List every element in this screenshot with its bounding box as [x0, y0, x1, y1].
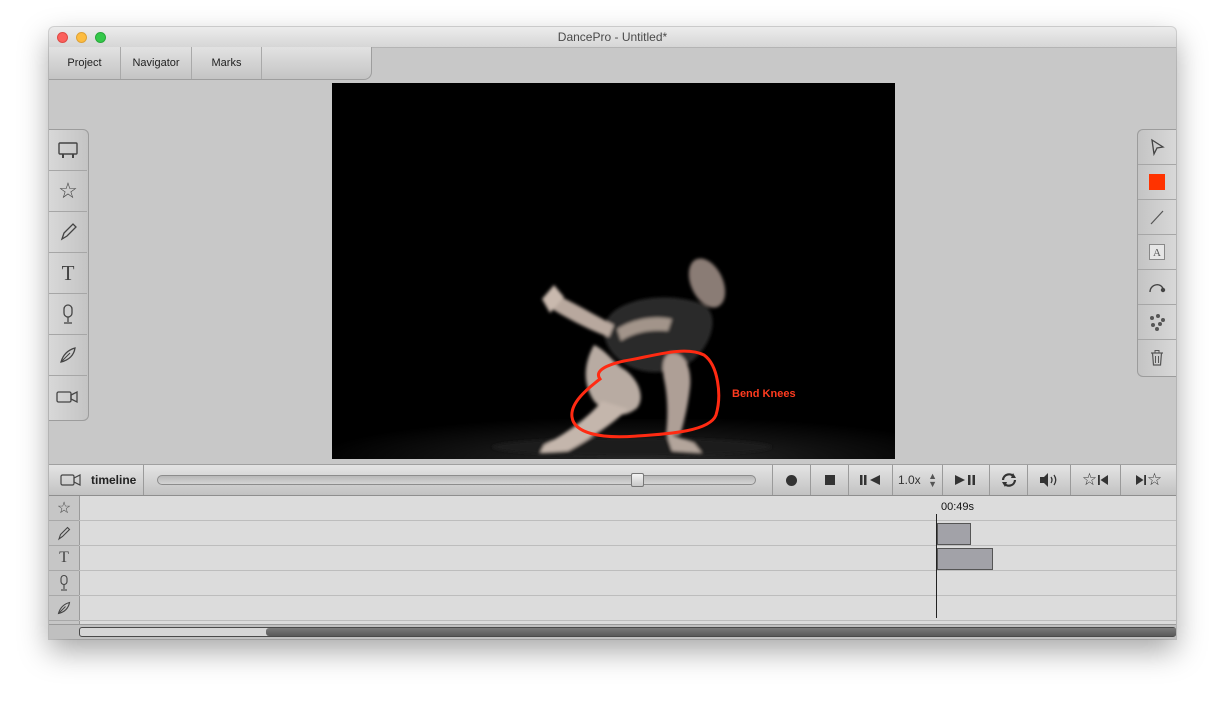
title-bar: DancePro - Untitled* — [49, 27, 1176, 48]
color-swatch — [1149, 174, 1165, 190]
text-box-icon: A — [1149, 244, 1165, 260]
pen-tool[interactable] — [49, 335, 87, 376]
line-tool[interactable] — [1138, 200, 1176, 235]
camera-tool[interactable] — [49, 376, 87, 417]
annotation-label[interactable]: Bend Knees — [732, 388, 796, 400]
delete-tool[interactable] — [1138, 340, 1176, 375]
track-marks-toggle[interactable]: ☆ — [49, 496, 79, 521]
speed-select[interactable]: 1.0x ▲ ▼ — [892, 465, 942, 495]
tab-marks[interactable]: Marks — [192, 47, 262, 79]
track-audio-toggle[interactable] — [49, 571, 79, 596]
line-icon — [1150, 210, 1164, 225]
track-text-toggle[interactable]: T — [49, 546, 79, 571]
track-row-text[interactable]: T — [49, 546, 1176, 571]
step-back-button[interactable] — [848, 465, 892, 495]
drawing-clip[interactable] — [937, 523, 971, 545]
current-time: 00:49s — [941, 501, 975, 513]
scrubber-knob[interactable] — [631, 473, 644, 487]
playhead[interactable] — [936, 514, 937, 618]
previous-mark-button[interactable]: ☆ — [1070, 465, 1120, 495]
timeline-tracks[interactable]: ☆ T 00:49s — [49, 496, 1176, 624]
skip-back-icon — [1098, 475, 1109, 485]
record-icon — [786, 474, 797, 486]
textbox-tool[interactable]: A — [1138, 235, 1176, 270]
text-clip[interactable] — [937, 548, 993, 570]
window-title: DancePro - Untitled* — [557, 30, 668, 44]
curve-tool[interactable] — [1138, 270, 1176, 305]
stop-button[interactable] — [810, 465, 848, 495]
scrollbar-track[interactable] — [79, 627, 1176, 637]
star-icon: ☆ — [1081, 470, 1098, 489]
timeline-scrollbar[interactable] — [49, 624, 1176, 639]
audio-tool[interactable] — [49, 294, 87, 335]
left-toolbar: ☆ T — [49, 129, 89, 421]
text-tool[interactable]: T — [49, 253, 87, 294]
trash-icon — [1151, 349, 1163, 366]
play-pause-icon — [955, 475, 975, 485]
next-mark-button[interactable]: ☆ — [1120, 465, 1176, 495]
transport-bar: timeline 1.0x ▲ ▼ ☆ ☆ — [49, 464, 1176, 496]
stop-icon — [824, 475, 835, 485]
dancer-figure — [492, 258, 772, 456]
menu-tabs: Project Navigator Marks — [49, 47, 372, 80]
pen-nib-icon — [60, 347, 76, 363]
loop-button[interactable] — [989, 465, 1027, 495]
svg-text:A: A — [1153, 247, 1161, 259]
tab-project[interactable]: Project — [49, 47, 121, 79]
pencil-icon — [57, 526, 71, 541]
layout-icon — [58, 142, 78, 158]
microphone-icon — [63, 304, 73, 324]
dots-icon — [1150, 314, 1165, 331]
timeline-toggle[interactable]: timeline — [49, 465, 144, 495]
track-row-drawings[interactable] — [49, 521, 1176, 546]
pointer-icon — [1151, 138, 1165, 156]
text-icon: T — [59, 549, 69, 566]
star-icon: ☆ — [1146, 470, 1163, 489]
video-camera-icon — [56, 390, 78, 403]
speed-value: 1.0x — [898, 473, 921, 487]
pause-step-back-icon — [859, 475, 880, 485]
pencil-icon — [60, 223, 77, 241]
video-camera-icon — [60, 474, 81, 486]
track-drawings-toggle[interactable] — [49, 521, 79, 546]
loop-icon — [1001, 473, 1016, 487]
right-toolbar: A — [1137, 129, 1176, 377]
curve-arrow-icon — [1149, 284, 1166, 293]
track-row-marks[interactable]: ☆ — [49, 496, 1176, 521]
scrollbar-thumb[interactable] — [266, 628, 1176, 636]
track-pen-toggle[interactable] — [49, 596, 79, 621]
video-player[interactable]: Bend Knees — [332, 83, 895, 459]
select-tool[interactable] — [1138, 130, 1176, 165]
speaker-icon — [1040, 473, 1057, 487]
pen-nib-icon — [57, 601, 71, 615]
record-button[interactable] — [772, 465, 810, 495]
playback-scrubber[interactable] — [157, 473, 756, 487]
text-icon: T — [61, 260, 75, 285]
stepper-arrows-icon: ▲ ▼ — [928, 471, 937, 489]
skip-forward-icon — [1135, 475, 1146, 485]
star-icon: ☆ — [58, 178, 78, 203]
star-icon: ☆ — [56, 500, 72, 517]
play-pause-button[interactable] — [942, 465, 989, 495]
microphone-icon — [60, 574, 68, 591]
pencil-tool[interactable] — [49, 212, 87, 253]
dots-tool[interactable] — [1138, 305, 1176, 340]
timeline-label: timeline — [91, 473, 137, 487]
layout-tool[interactable] — [49, 130, 87, 171]
track-row-pen[interactable] — [49, 596, 1176, 621]
star-tool[interactable]: ☆ — [49, 171, 87, 212]
app-window: DancePro - Untitled* Project Navigator M… — [49, 27, 1176, 639]
tab-navigator[interactable]: Navigator — [121, 47, 192, 79]
volume-button[interactable] — [1027, 465, 1070, 495]
track-row-audio[interactable] — [49, 571, 1176, 596]
color-tool[interactable] — [1138, 165, 1176, 200]
